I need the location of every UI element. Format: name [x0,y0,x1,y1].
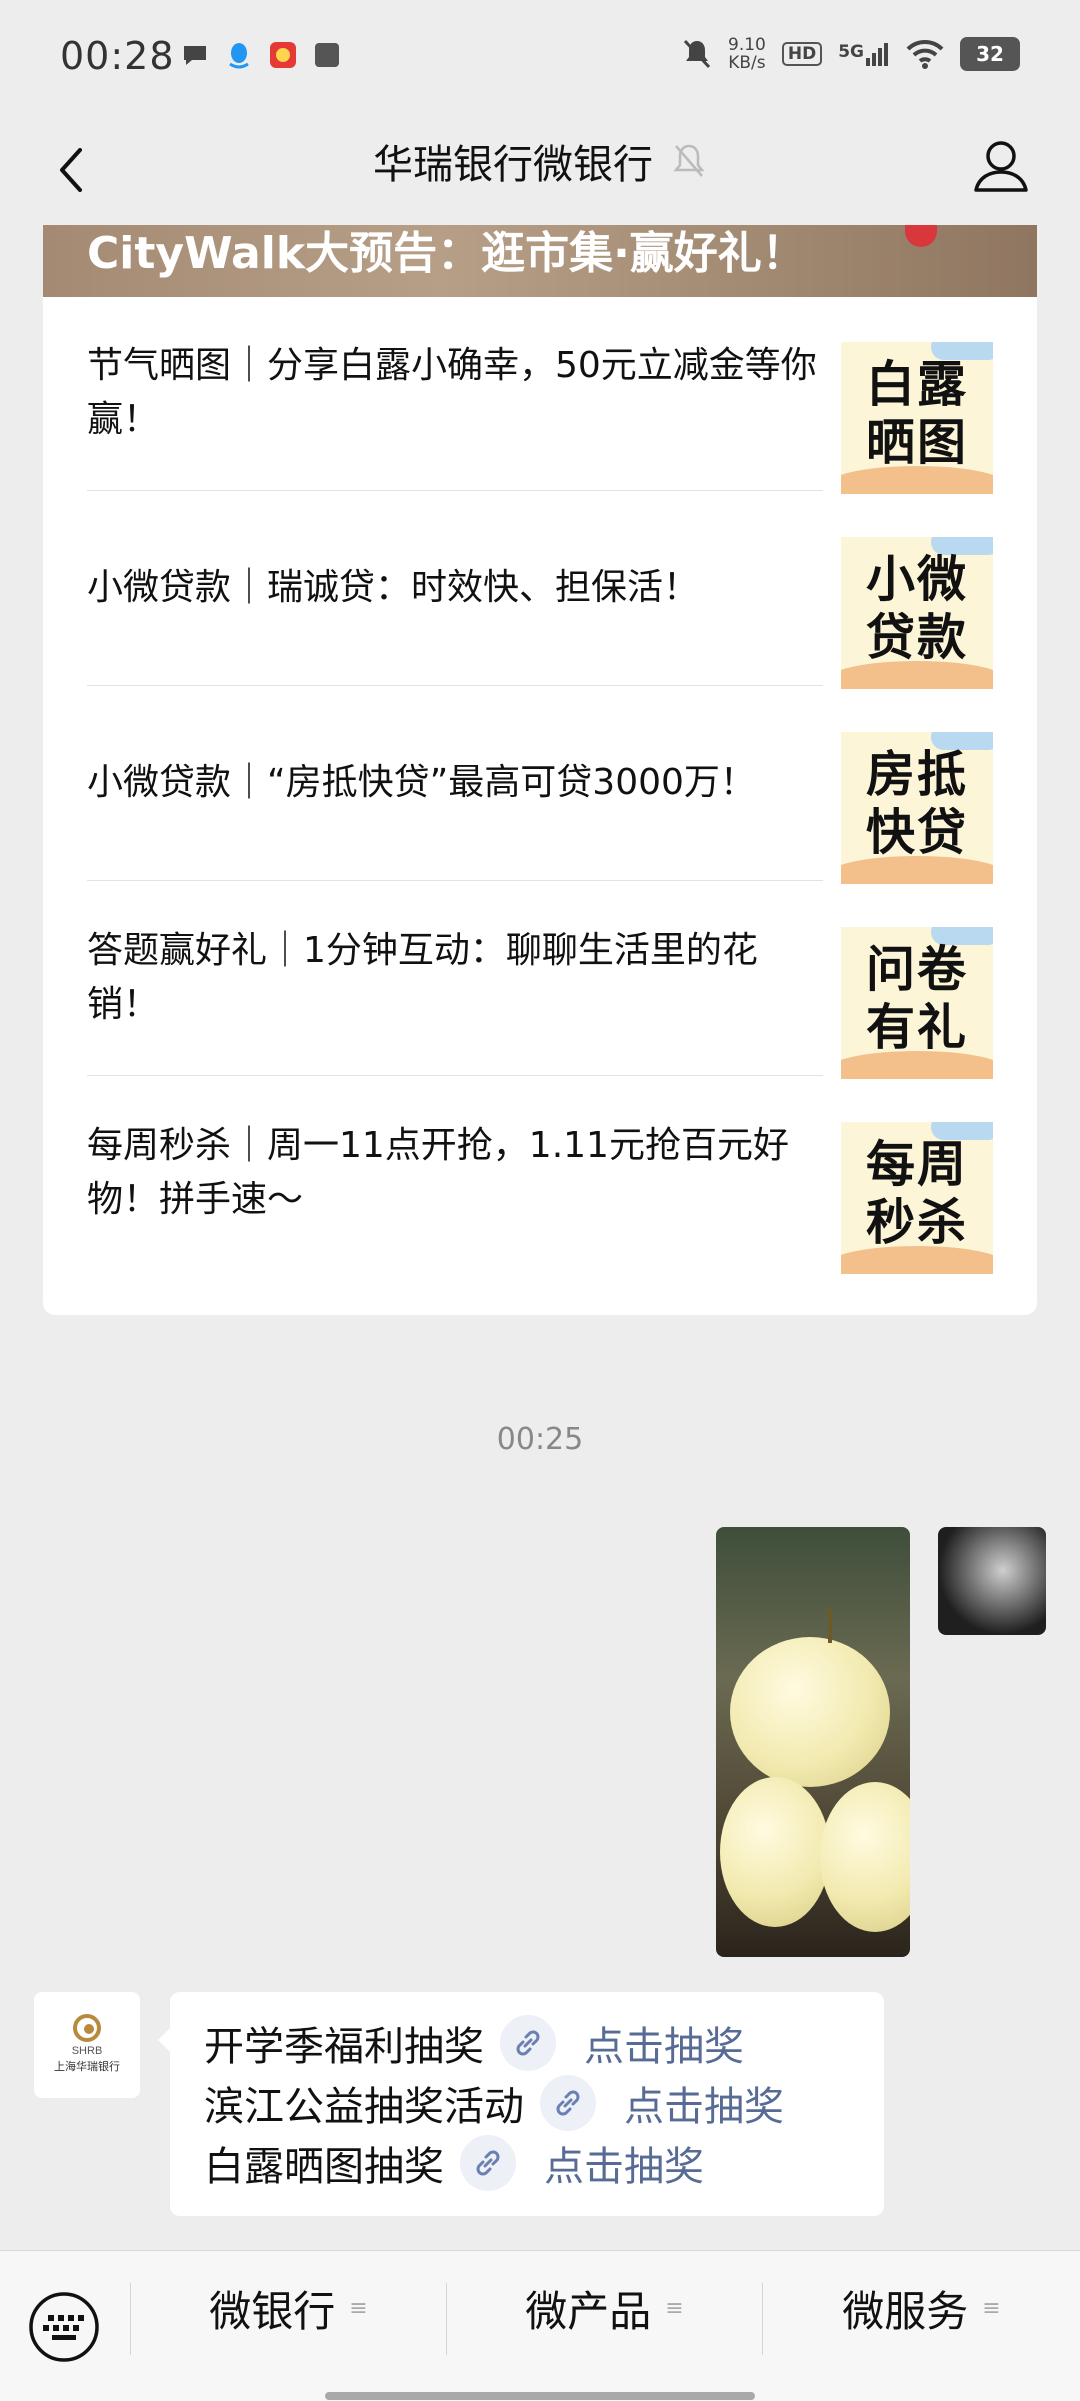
article-title: 小微贷款｜瑞诚贷：时效快、担保活！ [87,567,700,608]
keyboard-toggle-icon[interactable] [28,2291,100,2363]
chat-title: 华瑞银行微银行 [373,142,653,188]
message-text: 滨江公益抽奖活动 [204,2084,524,2130]
qq-icon [229,43,249,69]
nav-bar: 华瑞银行微银行 [0,120,1080,225]
status-time: 00:28 [60,34,175,78]
pear-shape [730,1637,890,1787]
article-thumbnail: 问卷 有礼 [841,927,993,1079]
submenu-icon: ≡ [982,2296,1001,2321]
article-card: CityWalk大预告：逛市集·赢好礼！ 节气晒图｜分享白露小确幸，50元立减金… [43,225,1037,1315]
status-bar: 00:28 9.10 KB/s HD 5G 32 [0,0,1080,120]
divider [87,880,823,881]
article-thumbnail: 每周 秒杀 [841,1122,993,1274]
bank-avatar[interactable]: SHRB 上海华瑞银行 [34,1992,140,2098]
message-text: 白露晒图抽奖 [204,2144,444,2190]
message-line: 滨江公益抽奖活动 点击抽奖 [204,2074,784,2132]
menu-label: 微产品 [525,2287,652,2336]
article-thumbnail: 房抵 快贷 [841,732,993,884]
profile-icon[interactable] [966,132,1036,202]
message-timestamp: 00:25 [496,1422,584,1457]
notification-icons [180,40,342,70]
divider [87,685,823,686]
link-icon [540,2075,596,2131]
sent-photo[interactable] [716,1527,910,1957]
wifi-icon [906,39,944,69]
thumbnail-label: 小微 贷款 [865,551,968,666]
divider [87,490,823,491]
bank-logo-en: SHRB [72,2045,103,2057]
article-item[interactable]: 答题赢好礼｜1分钟互动：聊聊生活里的花销！ 问卷 有礼 [87,882,993,1079]
chat-title-bar: 华瑞银行微银行 [0,132,1080,190]
app-badge-icon [270,42,296,68]
divider [87,1075,823,1076]
submenu-icon: ≡ [349,2296,368,2321]
article-item[interactable]: 小微贷款｜瑞诚贷：时效快、担保活！ 小微 贷款 [87,492,993,689]
message-line: 开学季福利抽奖 点击抽奖 [204,2014,744,2072]
article-title: 答题赢好礼｜1分钟互动：聊聊生活里的花销！ [87,930,758,1025]
article-item[interactable]: 小微贷款｜“房抵快贷”最高可贷3000万！ 房抵 快贷 [87,687,993,884]
pear-shape [720,1777,830,1927]
article-thumbnail: 白露 晒图 [841,342,993,494]
signal-bars-icon [866,43,888,66]
menu-wei-service[interactable]: 微服务 ≡ [763,2251,1080,2366]
article-thumbnail: 小微 贷款 [841,537,993,689]
signal-indicator: 5G [838,42,890,66]
link-icon [500,2015,556,2071]
user-avatar[interactable] [938,1527,1046,1635]
thumbnail-label: 房抵 快贷 [865,746,968,861]
bell-off-icon [683,39,711,69]
banner-decoration [905,225,937,247]
menu-label: 微银行 [209,2287,336,2336]
mute-bell-icon [673,144,705,177]
message-text: 开学季福利抽奖 [204,2024,484,2070]
bottom-menu-bar: 微银行 ≡ 微产品 ≡ 微服务 ≡ [0,2250,1080,2401]
menu-wei-bank[interactable]: 微银行 ≡ [131,2251,446,2366]
home-indicator[interactable] [325,2392,755,2400]
pear-stem [828,1607,832,1643]
thumbnail-label: 问卷 有礼 [865,941,968,1056]
hd-badge: HD [781,42,823,66]
thumbnail-label: 白露 晒图 [865,356,968,471]
lottery-link[interactable]: 点击抽奖 [584,2014,744,2072]
net-speed-value: 9.10 [728,35,766,55]
link-icon [460,2135,516,2191]
submenu-icon: ≡ [665,2296,684,2321]
thumbnail-label: 每周 秒杀 [865,1136,968,1251]
status-right: 9.10 KB/s HD 5G 32 [682,36,1020,72]
article-title: 节气晒图｜分享白露小确幸，50元立减金等你赢！ [87,345,817,440]
battery-level: 32 [960,37,1020,71]
message-line: 白露晒图抽奖 点击抽奖 [204,2134,704,2192]
menu-label: 微服务 [842,2287,969,2336]
article-item[interactable]: 节气晒图｜分享白露小确幸，50元立减金等你赢！ 白露 晒图 [87,297,993,494]
banner-title: CityWalk大预告：逛市集·赢好礼！ [87,228,806,279]
bank-logo-cn: 上海华瑞银行 [54,2059,120,2073]
article-item[interactable]: 每周秒杀｜周一11点开抢，1.11元抢百元好物！拼手速～ 每周 秒杀 [87,1077,993,1274]
square-app-icon [315,43,339,67]
net-speed-unit: KB/s [728,53,766,73]
bank-logo-icon: SHRB 上海华瑞银行 [54,2014,120,2073]
lottery-link[interactable]: 点击抽奖 [624,2074,784,2132]
network-speed: 9.10 KB/s [728,36,766,72]
menu-wei-product[interactable]: 微产品 ≡ [447,2251,762,2366]
pear-shape [820,1782,910,1932]
message-bubble: 开学季福利抽奖 点击抽奖 滨江公益抽奖活动 点击抽奖 白露晒图抽奖 点击抽奖 [158,1992,884,2216]
article-title: 每周秒杀｜周一11点开抢，1.11元抢百元好物！拼手速～ [87,1125,789,1220]
signal-label: 5G [838,42,864,62]
article-banner[interactable]: CityWalk大预告：逛市集·赢好礼！ [43,225,1037,297]
chat-bubble-icon [184,46,206,65]
lottery-link[interactable]: 点击抽奖 [544,2134,704,2192]
article-title: 小微贷款｜“房抵快贷”最高可贷3000万！ [87,762,756,803]
